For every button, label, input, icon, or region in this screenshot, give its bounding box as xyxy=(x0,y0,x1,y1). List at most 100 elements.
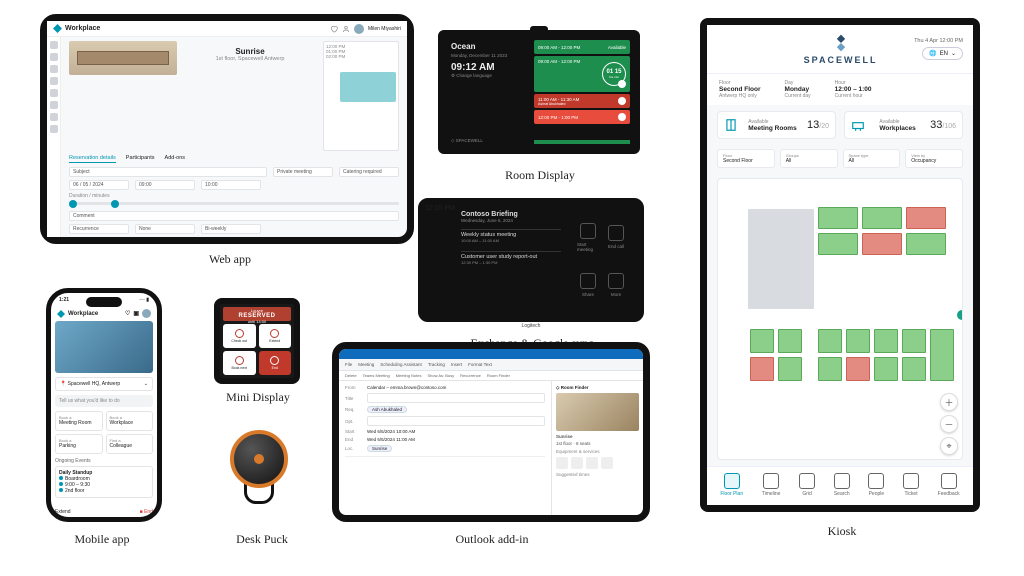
qr-icon[interactable]: ▣ xyxy=(133,310,139,317)
tab-floorplan[interactable]: Floor Plan xyxy=(720,473,743,497)
exchange-panel: 12:05 PM Contoso Briefing Wednesday, Jun… xyxy=(418,198,644,322)
tab-ticket[interactable]: Ticket xyxy=(903,473,919,497)
ribbon-tracking[interactable]: Tracking xyxy=(428,362,445,367)
nav-home-icon[interactable] xyxy=(50,41,58,49)
tab-grid[interactable]: Grid xyxy=(799,473,815,497)
stat-rooms[interactable]: AvailableMeeting Rooms 13/20 xyxy=(717,111,836,139)
exchange-date: Wednesday, June 5, 2024 xyxy=(461,218,561,223)
ribbon-file[interactable]: File xyxy=(345,362,352,367)
catering-select[interactable]: Catering required xyxy=(339,167,399,177)
body-editor[interactable] xyxy=(345,456,545,496)
nav-people-icon[interactable] xyxy=(50,77,58,85)
end-call-button[interactable]: End call xyxy=(605,215,627,260)
floor-plan[interactable]: ＋ － ⌖ xyxy=(717,178,963,460)
favorite-icon[interactable] xyxy=(330,25,338,33)
filter-floor[interactable]: FloorSecond Floor xyxy=(717,149,775,168)
recurrence-select[interactable]: Recurrence xyxy=(69,224,129,234)
tab-search[interactable]: Search xyxy=(834,473,850,497)
nav-map-icon[interactable] xyxy=(50,65,58,73)
people-icon xyxy=(868,473,884,489)
kiosk-tabs: Floor Plan Timeline Grid Search People T… xyxy=(707,466,973,505)
nav-settings-icon[interactable] xyxy=(50,125,58,133)
tile-parking[interactable]: Book aParking xyxy=(55,434,103,454)
location-chip[interactable]: Sunrise xyxy=(367,445,392,452)
start-meeting-button[interactable]: Start meeting xyxy=(577,215,599,260)
avatar[interactable] xyxy=(354,24,364,34)
start-field[interactable]: Wed 6/5/2024 10:00 AM xyxy=(367,429,415,434)
tile-colleague[interactable]: Find aColleague xyxy=(106,434,154,454)
mini-extend[interactable]: Extend xyxy=(259,324,292,348)
nav-parking-icon[interactable] xyxy=(50,89,58,97)
video-icon xyxy=(580,223,596,239)
required-chip[interactable]: Ash Abukhaled xyxy=(367,406,407,413)
timeline-slot[interactable] xyxy=(340,72,396,102)
subject-input[interactable]: Subject xyxy=(69,167,267,177)
search-input[interactable]: Tell us what you'd like to do xyxy=(55,395,153,407)
recenter-button[interactable]: ⌖ xyxy=(940,437,958,455)
recurrence-value-2[interactable]: Bi-weekly xyxy=(201,224,261,234)
avatar[interactable] xyxy=(142,309,151,318)
agenda-item[interactable]: Weekly status meeting 10:00 AM – 11:00 A… xyxy=(461,229,561,245)
tb-teams[interactable]: Teams Meeting xyxy=(363,373,390,378)
start-time-input[interactable]: 09:00 xyxy=(135,180,195,190)
busy-block-1[interactable]: 11:00 AM - 11:30 AMAshraf Abukhaled ⋯ xyxy=(534,94,630,108)
tab-people[interactable]: People xyxy=(868,473,884,497)
privacy-select[interactable]: Private meeting xyxy=(273,167,333,177)
tile-workplace[interactable]: Book aWorkplace xyxy=(106,411,154,431)
extend-button[interactable]: Extend xyxy=(55,509,71,515)
tab-feedback[interactable]: Feedback xyxy=(938,473,960,497)
puck-ring[interactable] xyxy=(230,430,288,488)
tb-delete[interactable]: Delete xyxy=(345,373,357,378)
tb-roomfinder[interactable]: Room Finder xyxy=(487,373,510,378)
more-icon[interactable]: ⋯ xyxy=(618,80,626,88)
change-lang[interactable]: ⚙ Change language xyxy=(451,73,525,79)
tab-details[interactable]: Reservation details xyxy=(69,155,116,163)
ribbon-format[interactable]: Format Text xyxy=(468,362,492,367)
more-button[interactable]: More xyxy=(605,266,627,306)
tab-timeline[interactable]: Timeline xyxy=(762,473,781,497)
tab-participants[interactable]: Participants xyxy=(126,155,155,163)
nav-cal-icon[interactable] xyxy=(50,53,58,61)
tab-addons[interactable]: Add-ons xyxy=(165,155,186,163)
optional-input[interactable] xyxy=(367,416,545,426)
filter-groups[interactable]: GroupsAll xyxy=(780,149,838,168)
day-timeline[interactable]: 12:00 PM 01:00 PM 02:00 PM xyxy=(323,41,399,151)
tile-meeting-room[interactable]: Book aMeeting Room xyxy=(55,411,103,431)
title-input[interactable] xyxy=(367,393,545,403)
mini-checkout[interactable]: Check out xyxy=(223,324,256,348)
end-time-input[interactable]: 10:00 xyxy=(201,180,261,190)
tb-busy[interactable]: Show As: Busy xyxy=(427,373,454,378)
filter-type[interactable]: Space typeAll xyxy=(843,149,901,168)
brand: Workplace xyxy=(53,24,100,33)
nav-ticket-icon[interactable] xyxy=(50,113,58,121)
filter-view[interactable]: View byOccupancy xyxy=(905,149,963,168)
ribbon-meeting[interactable]: Meeting xyxy=(358,362,374,367)
lang-picker[interactable]: 🌐EN⌄ xyxy=(922,47,963,60)
zoom-out-button[interactable]: － xyxy=(940,415,958,433)
recurrence-value[interactable]: None xyxy=(135,224,195,234)
ribbon-insert[interactable]: Insert xyxy=(451,362,462,367)
stat-workplaces[interactable]: AvailableWorkplaces 33/106 xyxy=(844,111,963,139)
tb-recur[interactable]: Recurrence xyxy=(460,373,481,378)
account-icon[interactable] xyxy=(342,25,350,33)
comment-input[interactable]: Comment xyxy=(69,211,399,221)
led-bar xyxy=(534,140,630,144)
ribbon-sched[interactable]: Scheduling Assistant xyxy=(380,362,422,367)
agenda-item[interactable]: Customer user study report-out 12:30 PM … xyxy=(461,251,561,267)
duration-slider[interactable] xyxy=(69,202,399,205)
share-button[interactable]: Share xyxy=(577,266,599,306)
busy-block-2[interactable]: 12:00 PM - 1:00 PM ⋯ xyxy=(534,110,630,124)
zoom-in-button[interactable]: ＋ xyxy=(940,393,958,411)
mini-end[interactable]: End xyxy=(259,351,292,375)
date-input[interactable]: 06 / 05 / 2024 xyxy=(69,180,129,190)
heart-icon[interactable]: ♡ xyxy=(125,310,130,317)
mini-book-next[interactable]: Book next xyxy=(223,351,256,375)
current-block[interactable]: 09:00 AM - 12:00 PM 01 15 hrs min ⋯ xyxy=(534,56,630,92)
location-picker[interactable]: 📍 Spacewell HQ, Antwerp⌄ xyxy=(55,377,153,391)
event-card[interactable]: Daily Standup Boardroom 9:00 – 9:30 2nd … xyxy=(55,466,153,498)
end-field[interactable]: Wed 6/5/2024 11:00 AM xyxy=(367,437,415,442)
context-bar: FloorSecond FloorAntwerp HQ only DayMond… xyxy=(707,73,973,105)
nav-report-icon[interactable] xyxy=(50,101,58,109)
tb-notes[interactable]: Meeting Notes xyxy=(396,373,422,378)
end-button[interactable]: ■ End xyxy=(140,509,153,515)
